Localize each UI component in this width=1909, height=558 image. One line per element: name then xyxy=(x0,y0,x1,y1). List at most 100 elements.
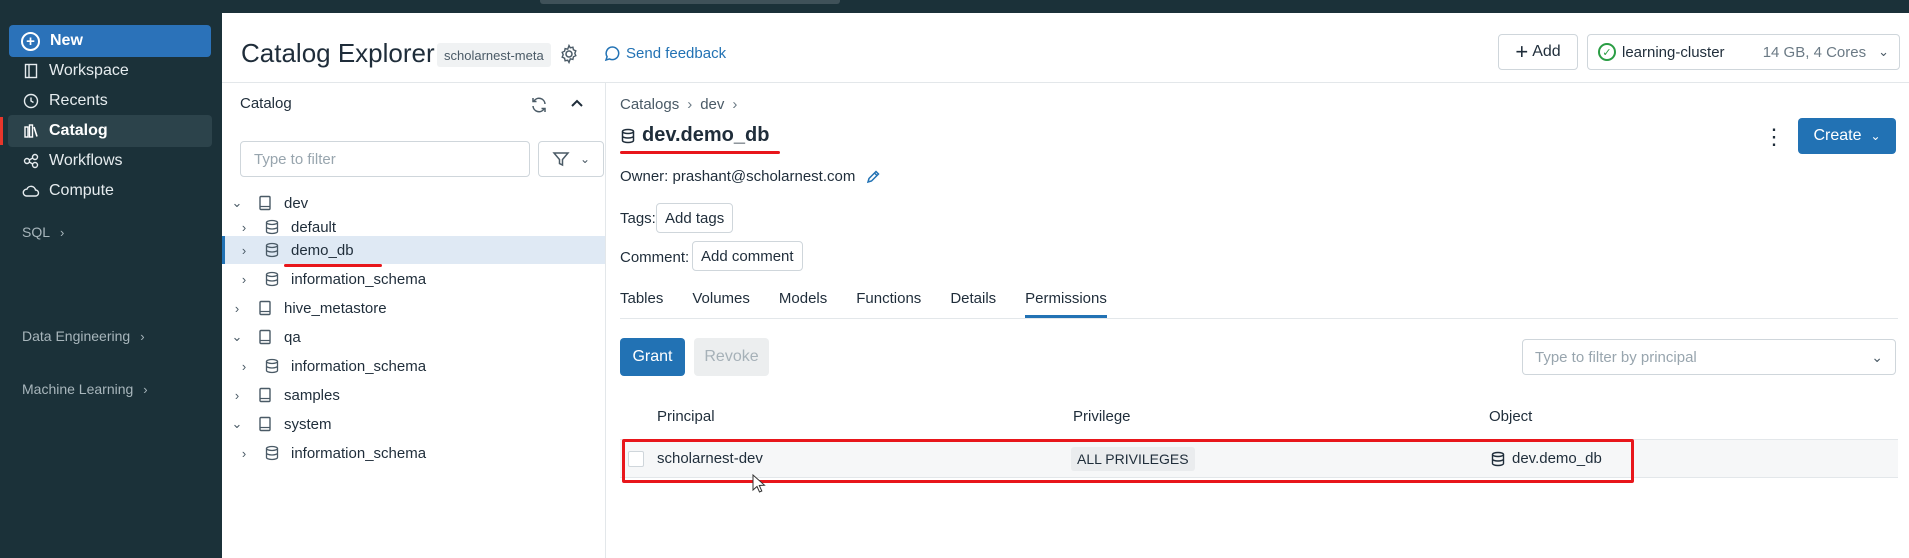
plus-icon: + xyxy=(1515,39,1529,64)
sidebar: + New Workspace Recents Catalog Workflow… xyxy=(0,13,222,558)
breadcrumb-item-dev[interactable]: dev xyxy=(700,96,724,113)
column-header-principal: Principal xyxy=(657,408,715,425)
tree-item-catalog[interactable]: ⌄ qa xyxy=(222,323,605,351)
database-icon xyxy=(621,128,635,143)
gear-icon[interactable] xyxy=(558,43,580,65)
principal-filter-input[interactable]: Type to filter by principal ⌄ xyxy=(1522,339,1896,375)
add-comment-button[interactable]: Add comment xyxy=(692,241,803,271)
tab-permissions[interactable]: Permissions xyxy=(1025,290,1107,318)
database-icon xyxy=(263,270,281,288)
sidebar-group-data-engineering[interactable]: Data Engineering › xyxy=(22,328,145,344)
catalog-book-icon xyxy=(256,194,274,212)
sidebar-item-label: Workflows xyxy=(49,152,123,169)
tab-tables[interactable]: Tables xyxy=(620,290,663,318)
add-button[interactable]: + Add xyxy=(1498,34,1578,70)
cloud-icon xyxy=(22,182,40,200)
sidebar-item-workflows[interactable]: Workflows xyxy=(8,145,212,177)
tree-item-label: information_schema xyxy=(291,444,427,462)
catalog-filter-input[interactable]: Type to filter xyxy=(240,141,530,177)
sidebar-item-label: Compute xyxy=(49,182,114,199)
sidebar-item-label: Recents xyxy=(49,92,108,109)
chevron-down-icon: ⌄ xyxy=(231,329,243,344)
tree-item-label: system xyxy=(284,415,332,433)
chevron-right-icon: › xyxy=(241,242,247,258)
add-tags-button[interactable]: Add tags xyxy=(656,203,734,233)
annotation-underline xyxy=(620,151,780,154)
sidebar-item-workspace[interactable]: Workspace xyxy=(8,55,212,87)
cluster-spec: 14 GB, 4 Cores xyxy=(1762,43,1867,61)
chevron-down-icon: ⌄ xyxy=(579,152,591,166)
create-button-label: Create xyxy=(1813,127,1862,144)
column-header-privilege: Privilege xyxy=(1073,408,1131,425)
send-feedback-link[interactable]: Send feedback xyxy=(604,45,726,62)
kebab-menu-icon[interactable]: ⋮ xyxy=(1763,126,1785,152)
clock-icon xyxy=(22,92,40,110)
chevron-right-icon: › xyxy=(732,96,738,113)
breadcrumb-item-catalogs[interactable]: Catalogs xyxy=(620,96,679,113)
chevron-down-icon: ⌄ xyxy=(231,416,243,431)
catalog-book-icon xyxy=(256,299,274,317)
grant-button[interactable]: Grant xyxy=(620,338,685,376)
catalog-book-icon xyxy=(256,328,274,346)
funnel-icon xyxy=(552,152,570,167)
catalog-panel: Catalog Type to filter ⌄ ⌄ dev › default… xyxy=(222,83,606,558)
chevron-down-icon: ⌄ xyxy=(1870,129,1881,143)
top-bar-handle xyxy=(540,0,840,4)
comment-label: Comment: xyxy=(620,249,690,266)
sidebar-item-catalog[interactable]: Catalog xyxy=(0,115,212,147)
chevron-right-icon: › xyxy=(241,445,247,461)
tree-item-label: information_schema xyxy=(291,357,427,375)
tree-item-label: samples xyxy=(284,386,340,404)
annotation-box xyxy=(622,439,1634,483)
pencil-icon[interactable] xyxy=(865,169,881,185)
tree-item-label: hive_metastore xyxy=(284,299,387,317)
database-icon xyxy=(263,357,281,375)
cluster-name: learning-cluster xyxy=(1622,43,1725,61)
plus-icon: + xyxy=(21,31,40,51)
create-button[interactable]: Create ⌄ xyxy=(1798,118,1896,154)
tree-item-label: information_schema xyxy=(291,270,427,288)
cluster-selector[interactable]: ✓ learning-cluster 14 GB, 4 Cores ⌄ xyxy=(1587,34,1900,70)
tab-bar: Tables Volumes Models Functions Details … xyxy=(620,290,1136,318)
chevron-right-icon: › xyxy=(241,219,247,235)
tree-item-catalog[interactable]: › hive_metastore xyxy=(222,294,605,322)
sidebar-item-compute[interactable]: Compute xyxy=(8,175,212,207)
send-feedback-label: Send feedback xyxy=(626,45,727,62)
chevron-right-icon: › xyxy=(241,358,247,374)
tab-models[interactable]: Models xyxy=(779,290,827,318)
check-circle-icon: ✓ xyxy=(1598,43,1616,61)
filter-button[interactable]: ⌄ xyxy=(538,141,604,177)
chevron-right-icon: › xyxy=(241,271,247,287)
tree-item-schema[interactable]: › information_schema xyxy=(222,265,605,293)
tree-item-catalog[interactable]: › samples xyxy=(222,381,605,409)
tab-volumes[interactable]: Volumes xyxy=(692,290,750,318)
add-button-label: Add xyxy=(1532,43,1561,60)
tab-details[interactable]: Details xyxy=(950,290,996,318)
refresh-icon[interactable] xyxy=(529,95,549,115)
sidebar-group-sql[interactable]: SQL › xyxy=(22,224,64,240)
tab-functions[interactable]: Functions xyxy=(856,290,921,318)
metastore-badge: scholarnest-meta xyxy=(437,43,551,67)
chevron-down-icon: ⌄ xyxy=(231,195,243,210)
chevron-down-icon: ⌄ xyxy=(1871,348,1883,365)
tags-label: Tags: xyxy=(620,210,656,227)
tree-item-catalog[interactable]: ⌄ system xyxy=(222,410,605,438)
tree-item-schema[interactable]: › information_schema xyxy=(222,352,605,380)
revoke-button[interactable]: Revoke xyxy=(694,338,769,376)
sidebar-group-label: Data Engineering xyxy=(22,328,131,344)
new-button[interactable]: + New xyxy=(9,25,211,57)
chevron-right-icon: › xyxy=(60,224,65,240)
workflows-icon xyxy=(22,152,40,170)
schema-title-text: dev.demo_db xyxy=(642,124,770,146)
chevron-right-icon: › xyxy=(140,328,145,344)
collapse-icon[interactable] xyxy=(567,93,587,113)
workspace-icon xyxy=(22,62,40,80)
schema-title: dev.demo_db xyxy=(620,124,769,147)
tree-item-schema-selected[interactable]: › demo_db xyxy=(222,236,605,264)
feedback-icon xyxy=(604,46,620,62)
database-icon xyxy=(263,241,281,259)
sidebar-item-recents[interactable]: Recents xyxy=(8,85,212,117)
database-icon xyxy=(263,218,281,236)
sidebar-group-machine-learning[interactable]: Machine Learning › xyxy=(22,381,148,397)
tree-item-schema[interactable]: › information_schema xyxy=(222,439,605,467)
